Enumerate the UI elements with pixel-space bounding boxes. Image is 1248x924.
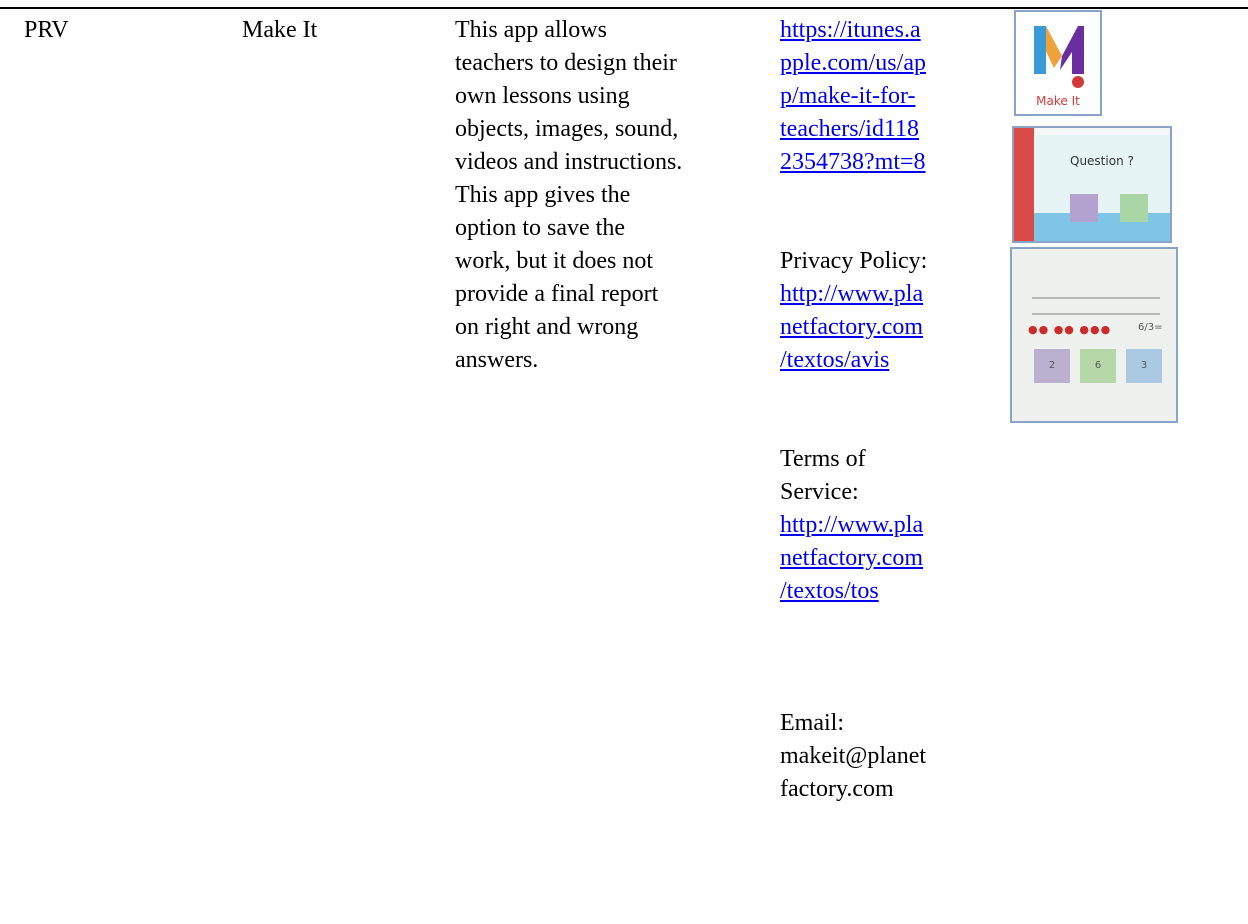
store-link-line: p/make-it-for- [780, 83, 916, 109]
description-line: videos and instructions. [455, 149, 683, 175]
description-line: work, but it does not [455, 248, 653, 274]
tos-label-line: Service: [780, 479, 859, 505]
privacy-link-line: netfactory.com [780, 314, 924, 340]
table-top-rule [0, 7, 1248, 9]
question-screenshot-image: Question ? [1012, 126, 1172, 243]
screenshot-sidebar [1014, 128, 1034, 241]
answer-box-correct [1070, 194, 1098, 222]
description-line: This app allows [455, 17, 607, 43]
description-line: teachers to design their [455, 50, 677, 76]
tos-link[interactable]: http://www.pla netfactory.com /textos/to… [780, 509, 980, 608]
math-screenshot-image: ●● ●● ●●● 6/3= 2 6 3 [1010, 247, 1178, 423]
description-line: own lessons using [455, 83, 630, 109]
email-line: makeit@planet [780, 743, 927, 769]
store-link-line: https://itunes.a [780, 17, 921, 43]
apples-icon: ●● ●● ●●● [1028, 323, 1112, 336]
math-equation: 6/3= [1138, 322, 1163, 333]
privacy-link[interactable]: http://www.pla netfactory.com /textos/av… [780, 278, 980, 377]
app-logo-image: Make It [1014, 10, 1102, 116]
description-line: objects, images, sound, [455, 116, 679, 142]
privacy-link-line: http://www.pla [780, 281, 924, 307]
tos-link-line: /textos/tos [780, 578, 879, 604]
answer-card: 2 [1034, 349, 1070, 383]
description-line: This app gives the [455, 182, 631, 208]
email-line: factory.com [780, 776, 894, 802]
email-line: Email: [780, 710, 844, 736]
store-link-line: pple.com/us/ap [780, 50, 926, 76]
description-line: on right and wrong [455, 314, 639, 340]
description-line: option to save the [455, 215, 625, 241]
cell-app-name: Make It [242, 17, 318, 43]
make-it-logo-icon [1034, 26, 1084, 88]
privacy-link-line: /textos/avis [780, 347, 890, 373]
cell-description: This app allows teachers to design their… [455, 14, 755, 377]
logo-caption: Make It [1036, 94, 1080, 108]
description-line: answers. [455, 347, 539, 373]
screenshot-toolbar [1034, 128, 1170, 135]
store-link-line: 2354738?mt=8 [780, 149, 926, 175]
tos-link-line: netfactory.com [780, 545, 924, 571]
answer-card: 3 [1126, 349, 1162, 383]
tos-label-line: Terms of [780, 446, 866, 472]
store-link[interactable]: https://itunes.a pple.com/us/ap p/make-i… [780, 14, 980, 179]
answer-box-wrong [1120, 194, 1148, 222]
description-line: provide a final report [455, 281, 659, 307]
store-link-line: teachers/id118 [780, 116, 920, 142]
problem-text-lines [1032, 297, 1160, 315]
question-text: Question ? [1070, 154, 1134, 168]
privacy-label: Privacy Policy: [780, 248, 928, 274]
tos-link-line: http://www.pla [780, 512, 924, 538]
cell-links: https://itunes.a pple.com/us/ap p/make-i… [780, 14, 990, 806]
cell-code: PRV [24, 17, 69, 43]
answer-card: 6 [1080, 349, 1116, 383]
screenshot-clouds [1034, 213, 1170, 241]
